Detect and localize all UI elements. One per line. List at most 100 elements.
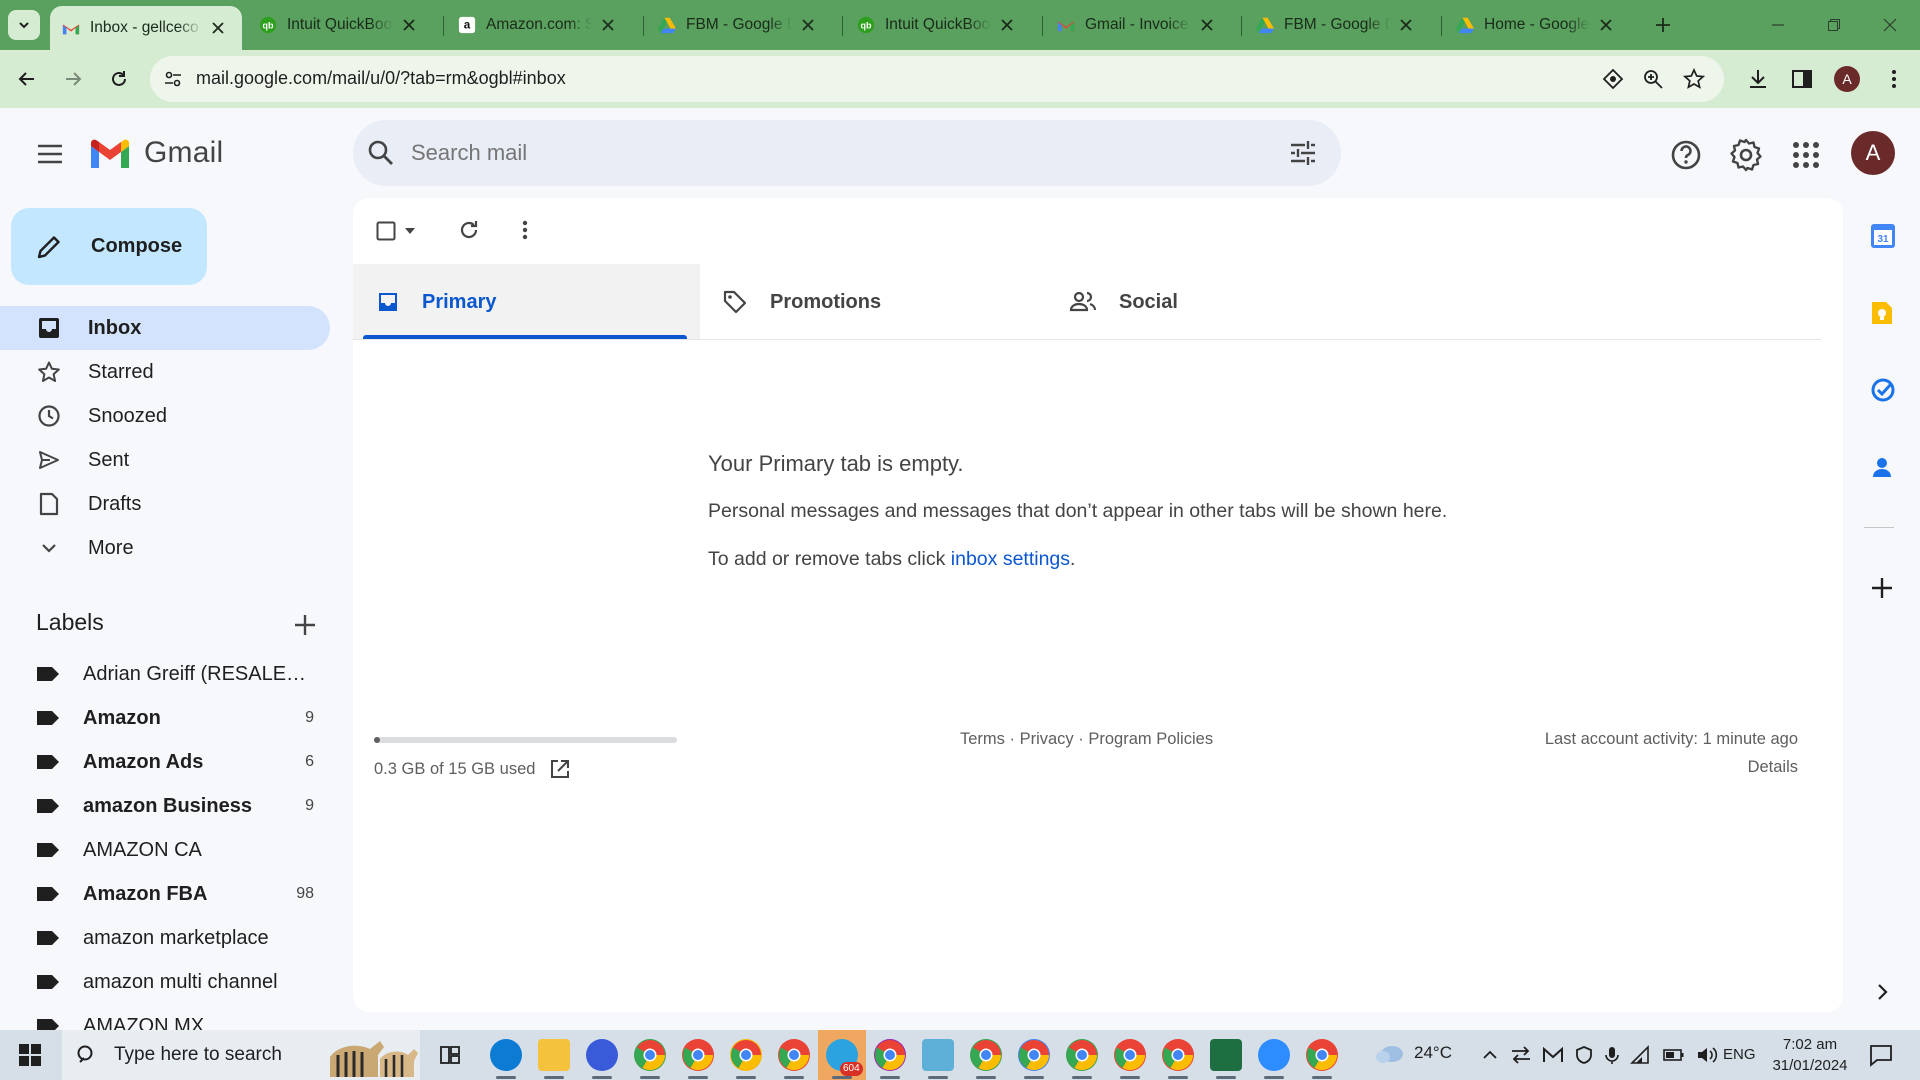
search-input[interactable] [411, 134, 1211, 172]
minimize-button[interactable] [1762, 14, 1794, 36]
start-button[interactable] [18, 1043, 42, 1067]
apps-button[interactable] [1789, 138, 1823, 172]
select-all-checkbox[interactable] [376, 218, 422, 244]
notepad-icon[interactable] [922, 1039, 954, 1071]
close-tab-icon[interactable] [1596, 15, 1616, 35]
label-item[interactable]: amazon marketplace [0, 916, 330, 960]
gmail-logo[interactable]: Gmail [88, 136, 223, 170]
settings-button[interactable] [1728, 137, 1764, 173]
browser-tab[interactable]: Inbox - gellceco [50, 6, 242, 50]
tab-primary[interactable]: Primary [376, 264, 497, 340]
zoom-icon[interactable] [1642, 68, 1664, 90]
chrome-profile-icon[interactable] [682, 1039, 714, 1071]
site-info-icon[interactable] [162, 68, 184, 90]
contacts-app-icon[interactable] [1870, 454, 1894, 478]
calendar-app-icon[interactable]: 31 [1870, 223, 1895, 248]
label-item[interactable]: Amazon 9 [0, 696, 330, 740]
security-shield-icon[interactable] [1574, 1045, 1594, 1065]
program-policies-link[interactable]: Program Policies [1088, 730, 1213, 748]
tray-mail-icon[interactable] [1542, 1045, 1564, 1065]
bookmark-star-icon[interactable] [1683, 68, 1705, 90]
chrome-profile-icon[interactable] [778, 1039, 810, 1071]
snipping-tool-icon[interactable] [586, 1039, 618, 1071]
zoom-icon[interactable] [1258, 1039, 1290, 1071]
nav-item-more[interactable]: More [0, 526, 330, 570]
activity-details-link[interactable]: Details [1680, 758, 1798, 777]
search-bar[interactable] [353, 120, 1341, 186]
keep-app-icon[interactable] [1870, 300, 1894, 324]
back-button[interactable] [12, 64, 42, 94]
search-options-icon[interactable] [1289, 139, 1317, 167]
browser-tab[interactable]: Home - Google [1444, 6, 1630, 44]
forward-button[interactable] [58, 64, 88, 94]
battery-icon[interactable] [1662, 1045, 1686, 1065]
hide-side-panel-icon[interactable] [1870, 980, 1894, 1004]
notifications-button[interactable] [1868, 1042, 1894, 1068]
privacy-link[interactable]: Privacy [1020, 730, 1074, 748]
tab-search-button[interactable] [8, 10, 40, 40]
microphone-icon[interactable] [1604, 1045, 1620, 1065]
browser-tab[interactable]: FBM - Google D [646, 6, 832, 44]
help-button[interactable] [1668, 137, 1704, 173]
weather-widget[interactable]: 24°C [1374, 1040, 1452, 1066]
create-label-button[interactable] [292, 612, 318, 638]
nav-item-sent[interactable]: Sent [0, 438, 330, 482]
close-tab-icon[interactable] [798, 15, 818, 35]
browser-tab[interactable]: qb Intuit QuickBook [247, 6, 433, 44]
browser-tab[interactable]: qb Intuit QuickBook [845, 6, 1031, 44]
chrome-profile-icon[interactable] [874, 1039, 906, 1071]
inbox-settings-link[interactable]: inbox settings [951, 548, 1070, 570]
label-item[interactable]: amazon Business 9 [0, 784, 330, 828]
taskbar-clock[interactable]: 7:02 am 31/01/2024 [1768, 1034, 1852, 1076]
volume-icon[interactable] [1696, 1045, 1718, 1065]
side-panel-icon[interactable] [1790, 67, 1814, 91]
new-tab-button[interactable] [1650, 12, 1676, 38]
chrome-profile-icon[interactable] [1066, 1039, 1098, 1071]
nav-item-drafts[interactable]: Drafts [0, 482, 330, 526]
main-menu-button[interactable] [30, 138, 70, 170]
close-window-button[interactable] [1874, 14, 1906, 36]
download-icon[interactable] [1746, 67, 1770, 91]
browser-tab[interactable]: a Amazon.com: Su [446, 6, 632, 44]
label-item[interactable]: Amazon FBA 98 [0, 872, 330, 916]
close-tab-icon[interactable] [399, 15, 419, 35]
tasks-app-icon[interactable] [1870, 377, 1895, 402]
reload-button[interactable] [104, 64, 134, 94]
nav-item-snoozed[interactable]: Snoozed [0, 394, 330, 438]
browser-profile-avatar[interactable]: A [1834, 66, 1860, 92]
chrome-profile-icon[interactable] [634, 1039, 666, 1071]
tab-promotions[interactable]: Promotions [722, 264, 881, 340]
tab-social[interactable]: Social [1069, 264, 1178, 340]
file-explorer-icon[interactable] [538, 1039, 570, 1071]
chrome-icon[interactable] [1306, 1039, 1338, 1071]
chrome-profile-icon[interactable] [1114, 1039, 1146, 1071]
chrome-profile-icon[interactable] [970, 1039, 1002, 1071]
close-tab-icon[interactable] [208, 18, 228, 38]
browser-menu-icon[interactable] [1882, 67, 1906, 91]
account-avatar[interactable]: A [1851, 131, 1895, 175]
nav-item-inbox[interactable]: Inbox [0, 306, 330, 350]
close-tab-icon[interactable] [1396, 15, 1416, 35]
label-item[interactable]: AMAZON CA [0, 828, 330, 872]
get-addons-icon[interactable] [1870, 576, 1894, 600]
wifi-icon[interactable] [1630, 1045, 1652, 1065]
close-tab-icon[interactable] [1197, 15, 1217, 35]
taskbar-search[interactable]: Type here to search [62, 1030, 420, 1080]
close-tab-icon[interactable] [598, 15, 618, 35]
close-tab-icon[interactable] [997, 15, 1017, 35]
input-language[interactable]: ENG [1723, 1046, 1756, 1063]
browser-tab[interactable]: FBM - Google D [1244, 6, 1430, 44]
chrome-profile-icon[interactable] [730, 1039, 762, 1071]
tray-sync-icon[interactable] [1510, 1045, 1532, 1065]
more-actions-button[interactable] [514, 218, 536, 244]
chevron-up-icon[interactable] [1480, 1045, 1500, 1065]
url-text[interactable]: mail.google.com/mail/u/0/?tab=rm&ogbl#in… [196, 68, 566, 89]
task-view-icon[interactable] [438, 1043, 462, 1067]
chrome-profile-icon[interactable] [1018, 1039, 1050, 1071]
label-item[interactable]: Amazon Ads 6 [0, 740, 330, 784]
chrome-profile-icon[interactable] [1162, 1039, 1194, 1071]
open-in-new-icon[interactable] [549, 758, 571, 780]
nav-item-starred[interactable]: Starred [0, 350, 330, 394]
terms-link[interactable]: Terms [960, 730, 1005, 748]
refresh-button[interactable] [457, 218, 483, 244]
